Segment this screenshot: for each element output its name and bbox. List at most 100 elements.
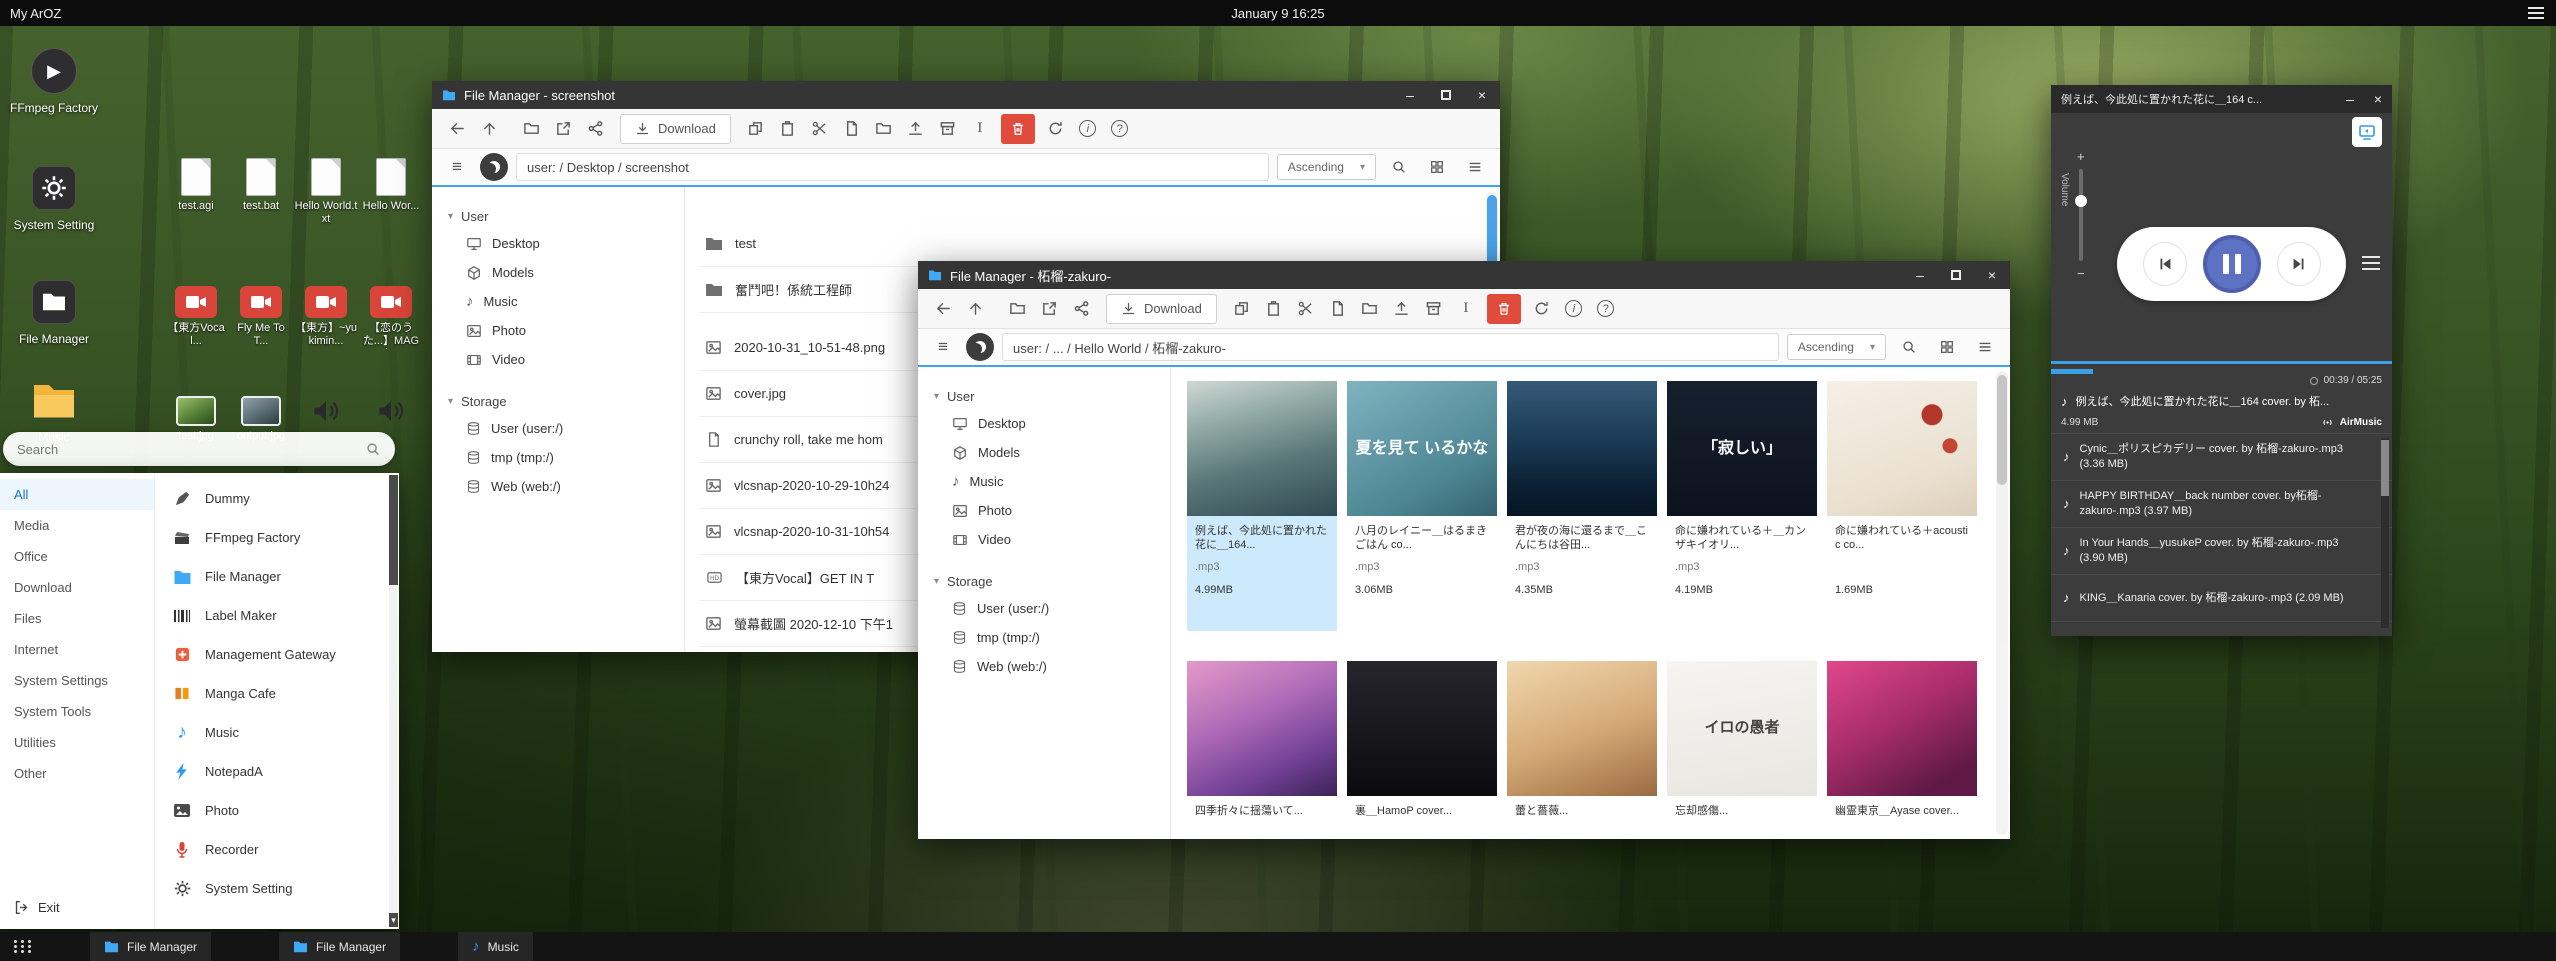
- cast-toggle-button[interactable]: [2352, 117, 2382, 147]
- grid-view-button[interactable]: [1422, 152, 1452, 182]
- volume-minus-icon[interactable]: −: [2077, 266, 2085, 281]
- category-media[interactable]: Media: [0, 510, 154, 541]
- sidebar-item-photo[interactable]: Photo: [918, 496, 1170, 525]
- sidebar-item-web-drive[interactable]: Web (web:/): [918, 652, 1170, 681]
- search-input[interactable]: [17, 442, 365, 457]
- upload-button[interactable]: [901, 114, 931, 144]
- file-tile[interactable]: 四季折々に揺蕩いて...: [1187, 661, 1337, 839]
- sort-select[interactable]: Ascending▾: [1787, 334, 1886, 360]
- download-button[interactable]: Download: [620, 114, 731, 144]
- trash-button[interactable]: [1487, 294, 1521, 324]
- info-button[interactable]: i: [1559, 294, 1589, 324]
- close-button[interactable]: ×: [2364, 85, 2392, 113]
- desktop-file[interactable]: 【東方Vocal...: [164, 272, 228, 347]
- sidebar-item-music[interactable]: ♪Music: [918, 467, 1170, 496]
- back-button[interactable]: [928, 294, 958, 324]
- sidebar-item-video[interactable]: Video: [432, 345, 684, 374]
- seek-bar[interactable]: [2051, 361, 2392, 364]
- help-button[interactable]: ?: [1105, 114, 1135, 144]
- next-button[interactable]: [2277, 242, 2321, 286]
- path-input[interactable]: user: / ... / Hello World / 柘榴-zakuro-: [1002, 333, 1779, 361]
- sidebar-section-storage[interactable]: ▾Storage: [432, 388, 684, 414]
- copy-button[interactable]: [1227, 294, 1257, 324]
- pause-button[interactable]: [2203, 235, 2261, 293]
- desktop-file[interactable]: Fly Me To T...: [229, 272, 293, 347]
- close-button[interactable]: ×: [1974, 261, 2010, 289]
- desktop-file[interactable]: [359, 380, 423, 430]
- desktop-file[interactable]: 【恋のうた...】MAGI...: [359, 272, 423, 349]
- file-tile[interactable]: 蕾と薔薇...: [1507, 661, 1657, 839]
- file-tile-selected[interactable]: 例えば、今此処に置かれた花に＿164....mp34.99MB: [1187, 381, 1337, 631]
- open-button[interactable]: [1002, 294, 1032, 324]
- archive-button[interactable]: [1419, 294, 1449, 324]
- open-external-button[interactable]: [1034, 294, 1064, 324]
- up-button[interactable]: [960, 294, 990, 324]
- search-button[interactable]: [1384, 152, 1414, 182]
- volume-plus-icon[interactable]: +: [2077, 149, 2085, 164]
- category-download[interactable]: Download: [0, 572, 154, 603]
- sidebar-item-models[interactable]: Models: [432, 258, 684, 287]
- info-button[interactable]: i: [1073, 114, 1103, 144]
- new-folder-button[interactable]: [1355, 294, 1385, 324]
- shortcut-ffmpeg-factory[interactable]: ▶ FFmpeg Factory: [6, 46, 102, 115]
- sidebar-item-desktop[interactable]: Desktop: [432, 229, 684, 258]
- refresh-button[interactable]: [1527, 294, 1557, 324]
- sidebar-section-user[interactable]: ▾User: [432, 203, 684, 229]
- open-external-button[interactable]: [548, 114, 578, 144]
- sidebar-item-user-drive[interactable]: User (user:/): [918, 594, 1170, 623]
- sort-select[interactable]: Ascending▾: [1277, 154, 1376, 180]
- path-input[interactable]: user: / Desktop / screenshot: [516, 153, 1269, 181]
- taskbar-item-file-manager-2[interactable]: File Manager: [279, 932, 400, 961]
- file-tile[interactable]: 命に嫌われている＋acoustic co...1.69MB: [1827, 381, 1977, 631]
- app-item-system-setting[interactable]: System Setting: [155, 869, 399, 908]
- minimize-button[interactable]: –: [2336, 85, 2364, 113]
- new-file-button[interactable]: [837, 114, 867, 144]
- app-item-manga-cafe[interactable]: Manga Cafe: [155, 674, 399, 713]
- file-tile[interactable]: 裏＿HamoP cover...: [1347, 661, 1497, 839]
- paste-button[interactable]: [1259, 294, 1289, 324]
- app-item-dummy[interactable]: Dummy: [155, 479, 399, 518]
- cut-button[interactable]: [805, 114, 835, 144]
- taskbar-item-file-manager-1[interactable]: File Manager: [90, 932, 211, 961]
- sidebar-item-tmp-drive[interactable]: tmp (tmp:/): [918, 623, 1170, 652]
- title-bar[interactable]: File Manager - screenshot – ×: [432, 81, 1500, 109]
- sidebar-toggle-button[interactable]: ≡: [928, 332, 958, 362]
- app-item-label-maker[interactable]: Label Maker: [155, 596, 399, 635]
- playlist-item[interactable]: ♪ Cynic＿ポリスピカデリー cover. by 柘榴-zakuro-.mp…: [2051, 434, 2392, 481]
- title-bar[interactable]: 例えば、今此処に置かれた花に＿164 c... – ×: [2051, 85, 2392, 113]
- playlist-toggle-button[interactable]: [2362, 256, 2380, 270]
- title-bar[interactable]: File Manager - 柘榴-zakuro- – ×: [918, 261, 2010, 289]
- desktop-file[interactable]: test.bat: [229, 150, 293, 213]
- download-button[interactable]: Download: [1106, 294, 1217, 324]
- app-item-ffmpeg-factory[interactable]: FFmpeg Factory: [155, 518, 399, 557]
- desktop-file[interactable]: [294, 380, 358, 430]
- category-utilities[interactable]: Utilities: [0, 727, 154, 758]
- trash-button[interactable]: [1001, 114, 1035, 144]
- cut-button[interactable]: [1291, 294, 1321, 324]
- file-tile[interactable]: 夏を見て いるかな 八月のレイニー＿はるまきごはん co....mp33.06M…: [1347, 381, 1497, 631]
- maximize-button[interactable]: [1428, 81, 1464, 109]
- previous-button[interactable]: [2143, 242, 2187, 286]
- app-item-recorder[interactable]: Recorder: [155, 830, 399, 869]
- category-system-settings[interactable]: System Settings: [0, 665, 154, 696]
- playlist-item[interactable]: ♪ HAPPY BIRTHDAY＿back number cover. by柘榴…: [2051, 481, 2392, 528]
- desktop-file[interactable]: Hello World.txt: [294, 150, 358, 225]
- app-item-file-manager[interactable]: File Manager: [155, 557, 399, 596]
- category-system-tools[interactable]: System Tools: [0, 696, 154, 727]
- list-view-button[interactable]: [1970, 332, 2000, 362]
- sidebar-item-photo[interactable]: Photo: [432, 316, 684, 345]
- list-view-button[interactable]: [1460, 152, 1490, 182]
- category-files[interactable]: Files: [0, 603, 154, 634]
- desktop-file[interactable]: 【東方】~yukimin...: [294, 272, 358, 347]
- upload-button[interactable]: [1387, 294, 1417, 324]
- minimize-button[interactable]: –: [1902, 261, 1938, 289]
- scroll-down-icon[interactable]: ▾: [389, 913, 398, 927]
- search-button[interactable]: [1894, 332, 1924, 362]
- dark-mode-toggle[interactable]: [480, 153, 508, 181]
- taskbar-item-music[interactable]: ♪ Music: [458, 932, 533, 961]
- app-item-notepada[interactable]: NotepadA: [155, 752, 399, 791]
- share-button[interactable]: [1066, 294, 1096, 324]
- sidebar-item-models[interactable]: Models: [918, 438, 1170, 467]
- sidebar-item-tmp-drive[interactable]: tmp (tmp:/): [432, 443, 684, 472]
- volume-slider[interactable]: + −: [2077, 149, 2085, 281]
